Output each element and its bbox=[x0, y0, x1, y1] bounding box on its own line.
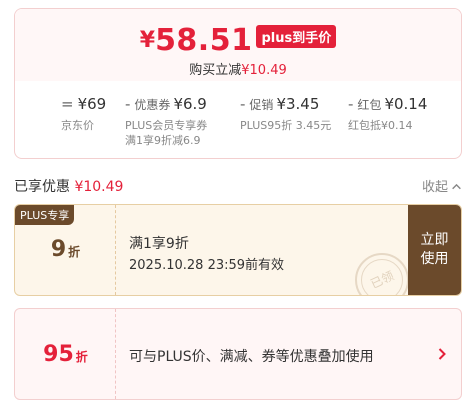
breakdown-operator: = bbox=[61, 95, 74, 113]
promo-95-discount: 95 折 bbox=[15, 342, 116, 367]
breakdown-value: ¥6.9 bbox=[173, 95, 207, 113]
price-summary-card: ¥58.51 plus到手价 购买立减¥10.49 = ¥69 京东价 - 优惠券 ¥6… bbox=[14, 8, 462, 159]
use-now-label-line1: 立即 bbox=[420, 232, 449, 248]
breakdown-label: 红包 bbox=[357, 98, 382, 112]
discount-unit: 折 bbox=[75, 350, 88, 364]
breakdown-operator: - bbox=[240, 95, 246, 113]
breakdown-note: 京东价 bbox=[61, 119, 94, 132]
breakdown-value: ¥3.45 bbox=[276, 95, 320, 113]
instant-saving-row: 购买立减¥10.49 bbox=[15, 59, 461, 78]
breakdown-item-red-packet: - 红包 ¥0.14 红包抵¥0.14 bbox=[348, 95, 427, 133]
breakdown-label: 优惠券 bbox=[134, 98, 171, 112]
breakdown-operator: - bbox=[348, 95, 354, 113]
collapse-toggle[interactable]: 收起 bbox=[422, 176, 462, 195]
claimed-stamp-icon: 已领 bbox=[355, 253, 409, 295]
breakdown-note: PLUS会员专享券 bbox=[125, 119, 208, 132]
breakdown-value: ¥0.14 bbox=[384, 95, 428, 113]
discount-number: 95 bbox=[43, 342, 74, 367]
collapse-label: 收起 bbox=[421, 180, 448, 195]
chevron-up-icon bbox=[452, 183, 461, 190]
breakdown-note: 满1享9折减6.9 bbox=[125, 134, 201, 147]
saving-prefix: 购买立减 bbox=[189, 63, 242, 78]
final-price: 58.51 bbox=[155, 23, 253, 58]
breakdown-item-promotion: - 促销 ¥3.45 PLUS95折 3.45元 bbox=[240, 95, 331, 133]
breakdown-item-coupon: - 优惠券 ¥6.9 PLUS会员专享券 满1享9折减6.9 bbox=[125, 95, 207, 148]
applied-discount-row: 已享优惠 ¥10.49 收起 bbox=[14, 174, 462, 196]
discount-unit: 折 bbox=[68, 245, 81, 259]
promo-95-card[interactable]: 95 折 可与PLUS价、满减、券等优惠叠加使用 bbox=[14, 308, 462, 400]
breakdown-note: PLUS95折 3.45元 bbox=[240, 119, 332, 132]
chevron-right-icon[interactable] bbox=[437, 347, 447, 361]
breakdown-note: 红包抵¥0.14 bbox=[348, 119, 413, 132]
promo-95-description: 可与PLUS价、满减、券等优惠叠加使用 bbox=[129, 349, 374, 365]
saving-amount: ¥10.49 bbox=[241, 63, 287, 78]
use-now-button[interactable]: 立即 使用 bbox=[408, 205, 461, 295]
plus-exclusive-tag: PLUS专享 bbox=[15, 205, 75, 225]
applied-discount-label: 已享优惠 ¥10.49 bbox=[14, 176, 123, 196]
breakdown-label: 促销 bbox=[249, 98, 274, 112]
applied-discount-text: 已享优惠 bbox=[14, 179, 70, 195]
currency-symbol: ¥ bbox=[139, 28, 156, 53]
breakdown-operator: - bbox=[125, 95, 131, 113]
price-breakdown: = ¥69 京东价 - 优惠券 ¥6.9 PLUS会员专享券 满1享9折减6.9 - 促销… bbox=[15, 95, 461, 155]
promo-95-value: 95 折 bbox=[15, 309, 116, 399]
plus-coupon-value: PLUS专享 9折 bbox=[15, 205, 116, 295]
final-price-row: ¥58.51 plus到手价 bbox=[15, 23, 461, 58]
discount-number: 9 bbox=[50, 237, 67, 262]
breakdown-item-list-price: = ¥69 京东价 bbox=[61, 95, 106, 133]
claimed-stamp-text: 已领 bbox=[368, 268, 397, 292]
plus-coupon-expiry: 2025.10.28 23:59前有效 bbox=[129, 258, 285, 273]
plus-coupon-card[interactable]: PLUS专享 9折 满1享9折 2025.10.28 23:59前有效 已领 立… bbox=[14, 204, 462, 296]
price-summary-header: ¥58.51 plus到手价 购买立减¥10.49 bbox=[15, 9, 461, 81]
plus-price-badge: plus到手价 bbox=[256, 25, 337, 48]
plus-coupon-title: 满1享9折 bbox=[129, 236, 189, 252]
plus-coupon-discount: 9折 bbox=[15, 237, 116, 262]
applied-discount-amount: ¥10.49 bbox=[74, 179, 124, 195]
breakdown-value: ¥69 bbox=[77, 95, 107, 113]
use-now-label-line2: 使用 bbox=[420, 251, 449, 267]
